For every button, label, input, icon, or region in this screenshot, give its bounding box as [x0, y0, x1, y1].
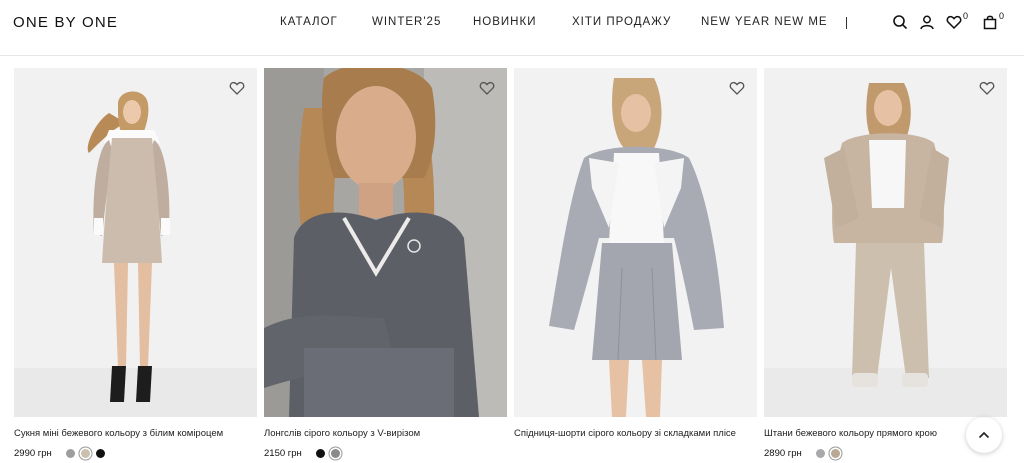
wishlist-heart-icon[interactable] [979, 80, 995, 96]
product-price: 2990 грн [14, 448, 52, 459]
product-image[interactable] [264, 68, 507, 417]
color-swatch[interactable] [815, 449, 825, 458]
nav-item-winter[interactable]: WINTER'25 [372, 16, 441, 28]
color-swatch[interactable] [315, 449, 325, 458]
color-swatch[interactable] [80, 449, 90, 458]
header-icons: 0 0 [892, 11, 1012, 34]
heart-icon[interactable] [946, 14, 962, 30]
price-row: 2150 грн [264, 448, 507, 459]
scroll-to-top-button[interactable] [966, 417, 1002, 453]
wishlist-count: 0 [963, 11, 969, 21]
product-card[interactable]: Сукня міні бежевого кольору з білим комі… [14, 68, 257, 459]
wishlist-heart-icon[interactable] [729, 80, 745, 96]
wishlist-heart-icon[interactable] [229, 80, 245, 96]
brand-logo[interactable]: ONE BY ONE [13, 14, 118, 31]
site-header: ONE BY ONE КАТАЛОГ WINTER'25 НОВИНКИ ХІТ… [0, 0, 1024, 56]
search-icon[interactable] [892, 14, 908, 30]
product-name[interactable]: Спідниця-шорти сірого кольору зі складка… [514, 428, 744, 440]
nav-item-new[interactable]: НОВИНКИ [473, 16, 536, 28]
nav-item-new-year[interactable]: NEW YEAR NEW ME [701, 16, 828, 28]
product-image[interactable] [764, 68, 1007, 417]
cart-count: 0 [999, 11, 1005, 21]
product-name[interactable]: Сукня міні бежевого кольору з білим комі… [14, 428, 244, 440]
bag-icon[interactable] [982, 14, 998, 30]
color-swatch[interactable] [830, 449, 840, 458]
nav-divider [846, 17, 847, 29]
product-card[interactable]: Штани бежевого кольору прямого крою 2890… [764, 68, 1007, 459]
price-row: 2990 грн [14, 448, 257, 459]
product-price: 2890 грн [764, 448, 802, 459]
nav-item-catalog[interactable]: КАТАЛОГ [280, 16, 338, 28]
color-swatch[interactable] [330, 449, 340, 458]
nav-item-bestsellers[interactable]: ХІТИ ПРОДАЖУ [572, 16, 671, 28]
product-image[interactable] [14, 68, 257, 417]
product-name[interactable]: Штани бежевого кольору прямого крою [764, 428, 994, 440]
product-image[interactable] [514, 68, 757, 417]
product-card[interactable]: Лонгслів сірого кольору з V-вирізом 2150… [264, 68, 507, 459]
product-grid: Сукня міні бежевого кольору з білим комі… [14, 68, 1007, 463]
color-swatch[interactable] [65, 449, 75, 458]
price-row: 2890 грн [764, 448, 1007, 459]
chevron-up-icon [978, 431, 990, 439]
user-icon[interactable] [919, 14, 935, 30]
color-swatch[interactable] [95, 449, 105, 458]
product-card[interactable]: Спідниця-шорти сірого кольору зі складка… [514, 68, 757, 448]
product-price: 2150 грн [264, 448, 302, 459]
product-name[interactable]: Лонгслів сірого кольору з V-вирізом [264, 428, 494, 440]
wishlist-heart-icon[interactable] [479, 80, 495, 96]
